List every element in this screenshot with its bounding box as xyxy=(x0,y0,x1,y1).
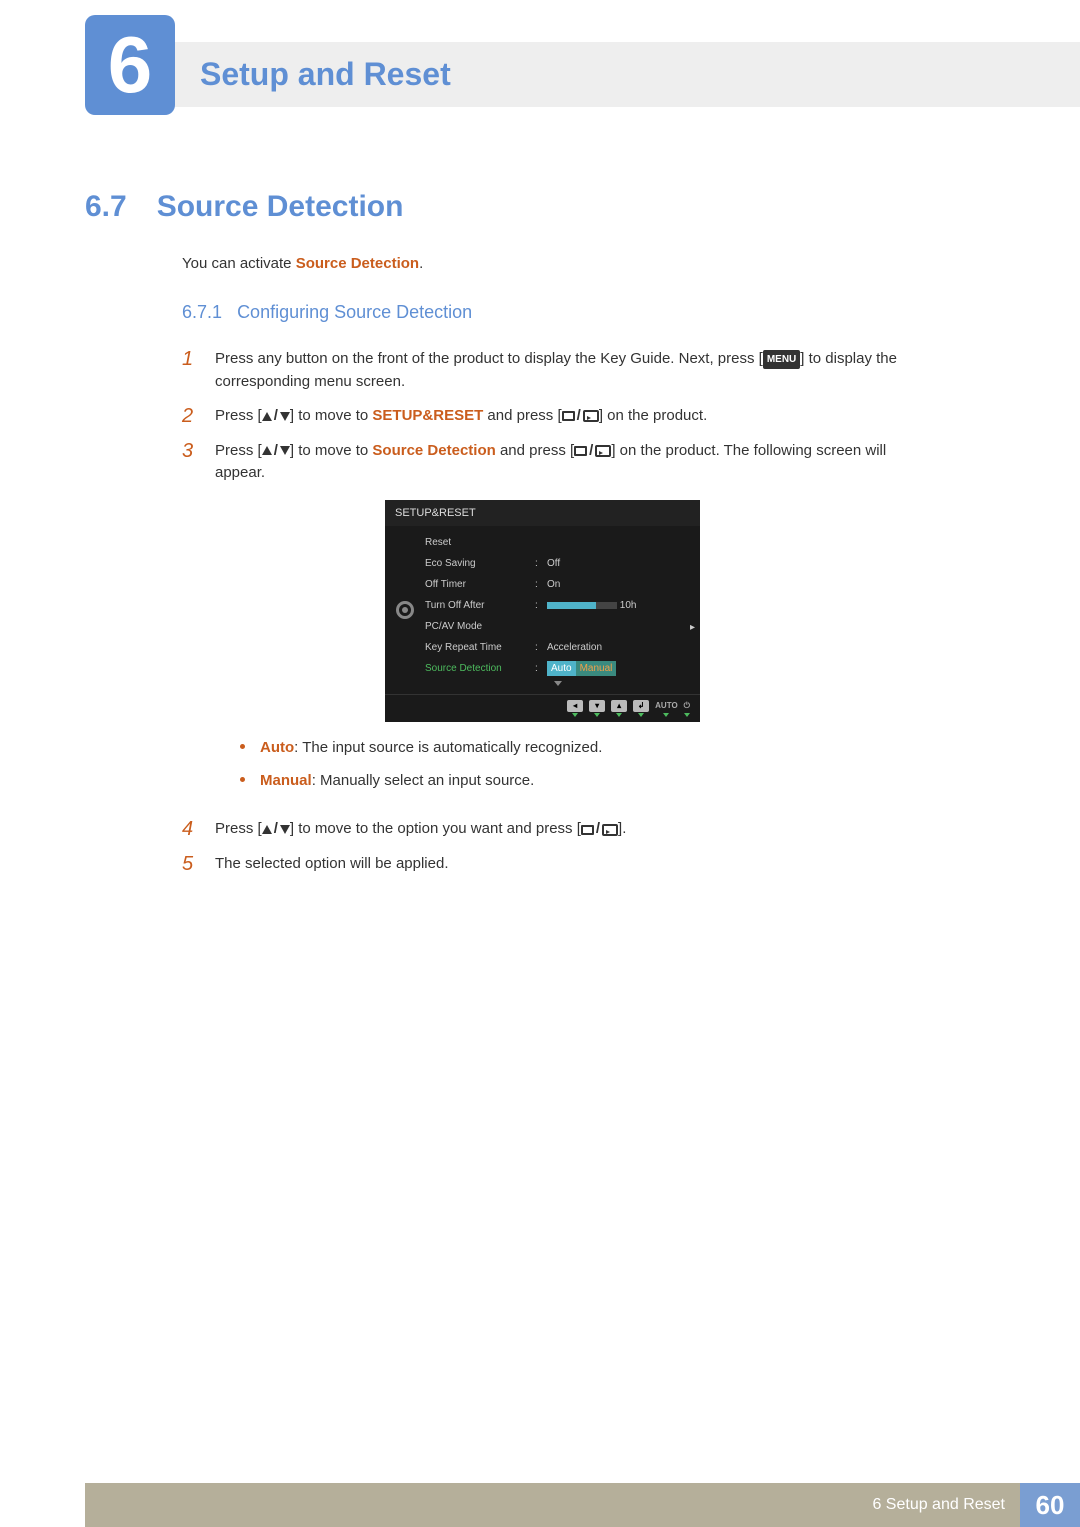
nav-back-icon: ◂ xyxy=(567,700,583,717)
up-down-icon: / xyxy=(262,818,290,841)
subsection-heading: 6.7.1 Configuring Source Detection xyxy=(182,302,932,323)
enter-icon: / xyxy=(581,818,618,841)
nav-power-icon: ⏻ xyxy=(684,700,690,717)
header-bar: Setup and Reset xyxy=(85,42,1080,107)
osd-item-eco: Eco Saving xyxy=(425,556,535,571)
step-2: 2 Press [/] to move to SETUP&RESET and p… xyxy=(182,405,932,428)
section-number: 6.7 xyxy=(85,190,127,224)
section-heading: 6.7 Source Detection xyxy=(85,190,403,224)
page-number: 60 xyxy=(1020,1483,1080,1527)
intro-post: . xyxy=(419,255,423,272)
subsection-number: 6.7.1 xyxy=(182,302,222,322)
chapter-number-badge: 6 xyxy=(85,15,175,115)
slider-icon xyxy=(547,602,617,609)
step-num: 4 xyxy=(182,818,200,841)
nav-enter-icon: ↲ xyxy=(633,700,649,717)
osd-value-srcdet: AutoManual xyxy=(547,661,690,676)
dropdown-manual: Manual xyxy=(576,661,617,676)
footer-bar: 6 Setup and Reset xyxy=(85,1483,1020,1527)
subsection-title: Configuring Source Detection xyxy=(237,302,472,322)
nav-up-icon: ▴ xyxy=(611,700,627,717)
step-num: 5 xyxy=(182,853,200,876)
chevron-right-icon: ▸ xyxy=(690,620,695,635)
source-detection-term: Source Detection xyxy=(372,442,495,459)
step-num: 2 xyxy=(182,405,200,428)
menu-icon: MENU xyxy=(763,350,800,369)
intro-term: Source Detection xyxy=(296,255,419,272)
osd-item-reset: Reset xyxy=(425,535,535,550)
osd-nav-bar: ◂ ▾ ▴ ↲ AUTO ⏻ xyxy=(385,694,700,722)
chapter-title: Setup and Reset xyxy=(200,56,451,93)
osd-item-pcav: PC/AV Mode xyxy=(425,619,535,634)
step-num: 3 xyxy=(182,440,200,807)
step-body: The selected option will be applied. xyxy=(215,853,932,876)
osd-value-eco: Off xyxy=(547,556,690,571)
enter-icon: / xyxy=(574,440,611,463)
step-3: 3 Press [/] to move to Source Detection … xyxy=(182,440,932,807)
osd-title: SETUP&RESET xyxy=(385,500,700,527)
up-down-icon: / xyxy=(262,440,290,463)
intro-text: You can activate Source Detection. xyxy=(182,255,932,272)
gear-icon xyxy=(396,601,414,619)
osd-value-turnoff: 10h xyxy=(547,598,690,613)
intro-pre: You can activate xyxy=(182,255,296,272)
footer: 6 Setup and Reset 60 xyxy=(0,1483,1080,1527)
enter-icon: / xyxy=(562,405,599,428)
up-down-icon: / xyxy=(262,405,290,428)
step-body: Press [/] to move to SETUP&RESET and pre… xyxy=(215,405,932,428)
step-body: Press [/] to move to the option you want… xyxy=(215,818,932,841)
nav-down-icon: ▾ xyxy=(589,700,605,717)
osd-item-turnoff: Turn Off After xyxy=(425,598,535,613)
step-1: 1 Press any button on the front of the p… xyxy=(182,348,932,393)
step-list: 1 Press any button on the front of the p… xyxy=(182,348,932,876)
step-body: Press [/] to move to Source Detection an… xyxy=(215,440,932,807)
content-area: You can activate Source Detection. 6.7.1… xyxy=(182,255,932,888)
nav-auto: AUTO xyxy=(655,700,678,717)
step-5: 5 The selected option will be applied. xyxy=(182,853,932,876)
osd-category-icon xyxy=(385,526,425,694)
step-num: 1 xyxy=(182,348,200,393)
option-bullets: Auto: The input source is automatically … xyxy=(240,737,932,792)
dropdown-auto: Auto xyxy=(547,661,576,676)
osd-value-offtimer: On xyxy=(547,577,690,592)
chevron-down-icon xyxy=(554,681,562,686)
step-4: 4 Press [/] to move to the option you wa… xyxy=(182,818,932,841)
bullet-manual: Manual: Manually select an input source. xyxy=(240,770,932,793)
osd-item-offtimer: Off Timer xyxy=(425,577,535,592)
osd-screenshot: SETUP&RESET Reset Eco Saving:Off Off Tim… xyxy=(385,500,932,723)
osd-item-keyrepeat: Key Repeat Time xyxy=(425,640,535,655)
osd-item-srcdet: Source Detection xyxy=(425,661,535,676)
section-title: Source Detection xyxy=(157,190,404,224)
setup-reset-term: SETUP&RESET xyxy=(372,407,483,424)
step-body: Press any button on the front of the pro… xyxy=(215,348,932,393)
footer-text: 6 Setup and Reset xyxy=(872,1496,1005,1514)
osd-value-keyrepeat: Acceleration xyxy=(547,640,690,655)
bullet-auto: Auto: The input source is automatically … xyxy=(240,737,932,760)
